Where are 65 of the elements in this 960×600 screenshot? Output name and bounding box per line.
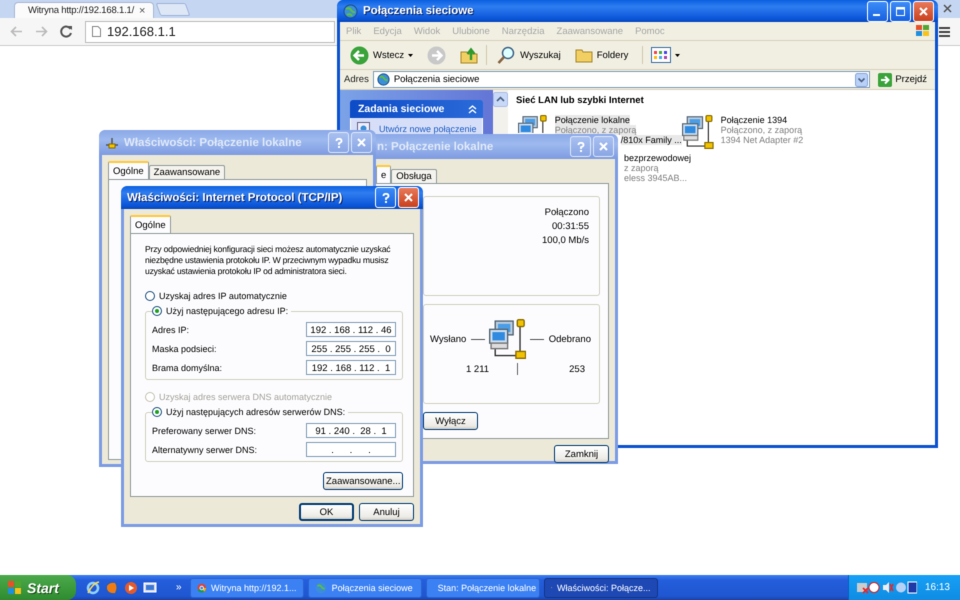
ip-address-field[interactable]: . . . [306, 442, 396, 457]
browser-tab[interactable]: Witryna http://192.168.1.1/ × [14, 2, 154, 18]
ip-address-field[interactable]: 255 . 255 . 255 . 0 [306, 341, 396, 356]
radio-option[interactable]: Użyj następujących adresów serwerów DNS: [152, 405, 348, 419]
radio-option[interactable]: Użyj następującego adresu IP: [152, 304, 292, 318]
address-bar[interactable]: 192.168.1.1 [85, 20, 335, 42]
connection-name[interactable]: Połączenie 1394 [720, 115, 788, 125]
sent-label: Wysłano [430, 334, 466, 344]
close-button[interactable]: Zamknij [554, 445, 609, 463]
window-title: Właściwości: Połączenie lokalne [124, 136, 302, 148]
cancel-button[interactable]: Anuluj [359, 503, 414, 521]
window-title: n: Połączenie lokalne [377, 140, 494, 152]
taskbar-button[interactable]: Stan: Połączenie lokalne [426, 578, 540, 598]
ip-address-field[interactable]: 192 . 168 . 112 . 46 [306, 322, 396, 337]
sent-count: 1 211 [466, 364, 490, 374]
tab[interactable]: Zaawansowane [148, 165, 226, 179]
field-label: Preferowany serwer DNS: [152, 426, 256, 436]
window-title: Połączenia sieciowe [363, 5, 474, 17]
folders-button[interactable]: Foldery [570, 46, 632, 64]
field-label: Maska podsieci: [152, 344, 217, 354]
advanced-button[interactable]: Zaawansowane... [323, 472, 403, 490]
address-field[interactable]: Połączenia sieciowe [372, 71, 870, 88]
intro-text: Przy odpowiedniej konfiguracji sieci możesz automatycznie uzyskać niezbędne ustawienia protokołu IP. W przeciwnym wypadku musisz uzyskać ustawienia protokołu IP od administratora sieci. [145, 244, 392, 277]
ip-address-field[interactable]: 192 . 168 . 112 . 1 [306, 360, 396, 375]
tab[interactable]: e [376, 165, 392, 183]
start-button[interactable]: Start [0, 575, 76, 600]
tab-close-button[interactable]: × [139, 4, 146, 16]
more-button[interactable]: » [176, 582, 182, 593]
connection-name[interactable]: Połączenie lokalne [554, 115, 630, 125]
address-text: Połączenia sieciowe [394, 74, 480, 85]
tab[interactable]: Obsługa [391, 169, 437, 183]
speed-value: 100,0 Mb/s [542, 235, 589, 246]
field-label: Alternatywny serwer DNS: [152, 444, 258, 454]
status-value: Połączono [544, 207, 589, 218]
taskbar-button[interactable]: Witryna http://192.1... [190, 578, 304, 598]
ip-address-field[interactable]: 91 . 240 . 28 . 1 [306, 423, 396, 438]
tab-title: Witryna http://192.168.1.1/ [28, 5, 134, 16]
connection-detail: 1394 Net Adapter #2 [720, 135, 804, 145]
connection-name[interactable]: bezprzewodowej [624, 153, 692, 163]
connection-detail: eless 3945AB... [624, 173, 688, 183]
field-label: Adres IP: [152, 324, 190, 334]
task-panel-header[interactable]: Zadania sieciowe [350, 100, 483, 118]
connection-detail: Połączono, z zaporą [554, 125, 636, 135]
field-label: Brama domyślna: [152, 362, 222, 372]
connection-detail: /810x Family ... [620, 135, 682, 145]
url-text: 192.168.1.1 [107, 24, 176, 39]
back-button[interactable]: Wstecz [346, 44, 418, 66]
received-label: Odebrano [548, 334, 591, 344]
go-button[interactable]: Przejdź [874, 72, 931, 86]
search-button[interactable]: Wyszukaj [493, 44, 565, 66]
radio-option[interactable]: Uzyskaj adres IP automatycznie [145, 289, 403, 303]
task-link[interactable]: Utwórz nowe połączenie [379, 124, 477, 134]
tab[interactable]: Ogólne [130, 215, 171, 233]
tab[interactable]: Ogólne [108, 161, 149, 179]
connection-detail: z zaporą [624, 163, 659, 173]
ok-button[interactable]: OK [299, 503, 354, 521]
taskbar-button[interactable]: Połączenia sieciowe [308, 578, 422, 598]
received-count: 253 [569, 364, 585, 374]
clock: 16:13 [924, 582, 950, 593]
address-label: Adres [344, 74, 369, 85]
disable-button[interactable]: Wyłącz [423, 412, 478, 430]
duration-value: 00:31:55 [552, 221, 589, 232]
window-title: Właściwości: Internet Protocol (TCP/IP) [127, 192, 342, 204]
taskbar-button[interactable]: Właściwości: Połącze... [544, 578, 658, 598]
connection-detail: Połączono, z zaporą [720, 125, 802, 135]
